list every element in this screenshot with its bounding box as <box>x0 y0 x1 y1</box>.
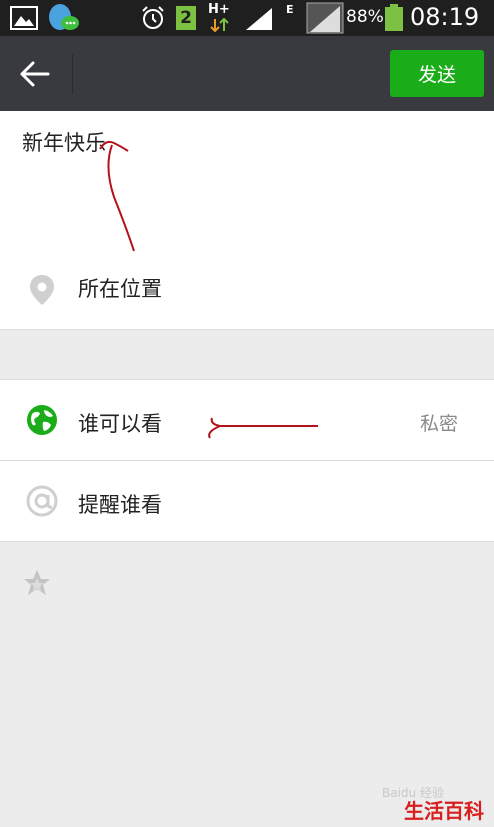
back-button[interactable] <box>14 56 58 92</box>
alarm-icon <box>142 6 164 29</box>
qq-chat-icon <box>49 4 79 30</box>
mention-bottom-divider <box>0 541 494 542</box>
brand-logo-text: 生活百科 <box>404 799 484 823</box>
visibility-value: 私密 <box>419 413 458 435</box>
app-bar: 发送 <box>0 36 494 111</box>
globe-icon <box>27 405 57 435</box>
visibility-row[interactable]: 谁可以看 私密 <box>0 380 494 460</box>
signal-2-icon <box>306 2 344 34</box>
sim-badge: 2 <box>176 6 196 30</box>
battery-percent: 88% <box>346 7 384 27</box>
visibility-label: 谁可以看 <box>78 412 162 436</box>
compose-area: 新年快乐 所在位置 <box>0 111 494 329</box>
mention-label: 提醒谁看 <box>78 493 162 517</box>
network-type-label-2: E <box>286 3 294 16</box>
star-icon[interactable] <box>22 568 52 598</box>
battery-icon <box>385 4 403 31</box>
at-sign-icon <box>26 485 58 517</box>
network-type-label: H+ <box>208 2 230 17</box>
location-pin-icon <box>30 275 54 305</box>
location-label: 所在位置 <box>78 277 162 301</box>
status-bar: 2 H+ E 88% 08:19 <box>0 0 494 36</box>
send-button[interactable]: 发送 <box>390 50 484 97</box>
clock: 08:19 <box>410 3 480 31</box>
gallery-icon <box>10 6 38 30</box>
signal-icon <box>246 8 272 30</box>
mention-row[interactable]: 提醒谁看 <box>0 461 494 541</box>
data-arrows-icon <box>210 18 229 32</box>
annotation-arrow <box>208 417 318 439</box>
back-arrow-icon <box>20 61 50 87</box>
app-bar-divider <box>72 54 73 94</box>
compose-bottom-divider <box>0 329 494 330</box>
annotation-stroke <box>99 140 135 252</box>
location-row[interactable]: 所在位置 <box>0 255 494 325</box>
